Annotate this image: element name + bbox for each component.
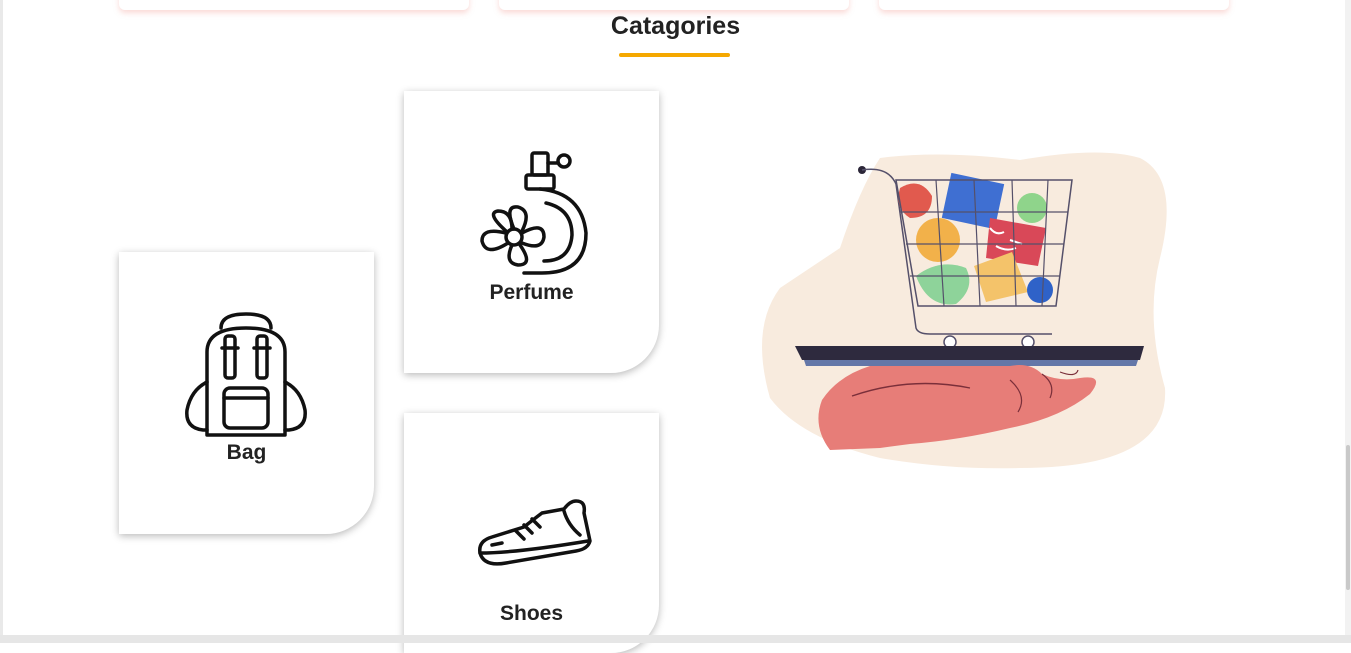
category-card-perfume[interactable]: Perfume (404, 91, 659, 373)
category-label: Bag (226, 441, 267, 464)
category-label: Shoes (499, 602, 564, 625)
shopping-cart-illustration (762, 152, 1167, 469)
category-card-shoes[interactable]: Shoes (404, 413, 659, 653)
category-card-bag[interactable]: Bag (119, 252, 374, 534)
category-label: Perfume (489, 281, 574, 304)
top-card-3 (879, 0, 1229, 10)
section-title: Catagories (610, 12, 741, 40)
scrollbar-thumb[interactable] (1346, 445, 1350, 590)
window-bottom-edge (0, 635, 1351, 643)
backpack-icon (185, 312, 307, 437)
perfume-icon (480, 151, 588, 275)
top-card-2 (499, 0, 849, 10)
title-underline (619, 53, 730, 57)
top-card-1 (119, 0, 469, 10)
sneaker-icon (478, 499, 592, 566)
window-left-edge (0, 0, 3, 643)
